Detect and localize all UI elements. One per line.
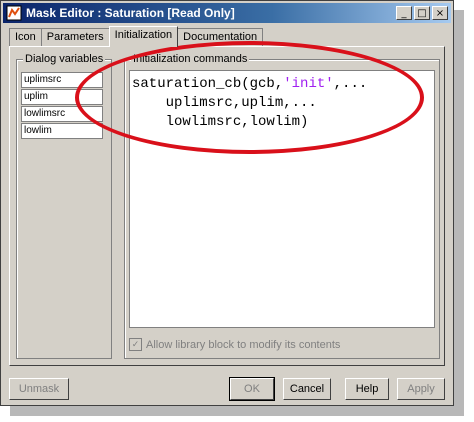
init-commands-label: Initialization commands (131, 53, 250, 65)
ok-button[interactable]: OK (229, 377, 275, 401)
list-item[interactable]: lowlim (21, 123, 103, 139)
initialization-panel: Dialog variables uplimsrc uplim lowlimsr… (9, 46, 445, 366)
dialog-variables-group: Dialog variables uplimsrc uplim lowlimsr… (16, 53, 112, 359)
library-checkbox-row: ✓ Allow library block to modify its cont… (129, 338, 340, 351)
list-item[interactable]: lowlimsrc (21, 106, 103, 122)
init-commands-editor[interactable]: saturation_cb(gcb,'init',... uplimsrc,up… (129, 70, 435, 328)
tab-initialization[interactable]: Initialization (108, 26, 179, 47)
mask-editor-window: Mask Editor : Saturation [Read Only] _ □… (0, 0, 454, 406)
tab-documentation[interactable]: Documentation (177, 28, 264, 46)
window-title: Mask Editor : Saturation [Read Only] (26, 6, 235, 20)
list-item[interactable]: uplimsrc (21, 72, 103, 88)
code-text: saturation_cb(gcb, (132, 76, 284, 92)
code-text: lowlimsrc,lowlim) (132, 114, 309, 130)
unmask-button[interactable]: Unmask (9, 378, 69, 400)
code-line: saturation_cb(gcb,'init',... (132, 75, 432, 94)
list-item[interactable]: uplim (21, 89, 103, 105)
code-line: lowlimsrc,lowlim) (132, 113, 432, 132)
apply-button[interactable]: Apply (397, 378, 445, 400)
code-string: 'init' (283, 76, 334, 92)
code-text: uplimsrc,uplim,... (132, 95, 317, 111)
tab-strip: Icon Parameters Initialization Documenta… (9, 26, 264, 47)
code-line: uplimsrc,uplim,... (132, 94, 432, 113)
dialog-variables-list: uplimsrc uplim lowlimsrc lowlim (21, 72, 103, 140)
library-checkbox[interactable]: ✓ (129, 338, 142, 351)
dialog-variables-label: Dialog variables (23, 53, 106, 65)
init-commands-group: Initialization commands saturation_cb(gc… (124, 53, 440, 359)
minimize-button[interactable]: _ (396, 6, 412, 20)
title-bar[interactable]: Mask Editor : Saturation [Read Only] _ □… (3, 3, 451, 23)
tab-icon[interactable]: Icon (9, 28, 42, 46)
maximize-button[interactable]: □ (414, 6, 430, 20)
help-button[interactable]: Help (345, 378, 389, 400)
matlab-logo-icon (6, 5, 22, 21)
library-checkbox-label: Allow library block to modify its conten… (146, 338, 341, 351)
cancel-button[interactable]: Cancel (283, 378, 331, 400)
tab-parameters[interactable]: Parameters (40, 28, 110, 46)
code-text: ,... (333, 76, 368, 92)
close-button[interactable]: × (432, 6, 448, 20)
